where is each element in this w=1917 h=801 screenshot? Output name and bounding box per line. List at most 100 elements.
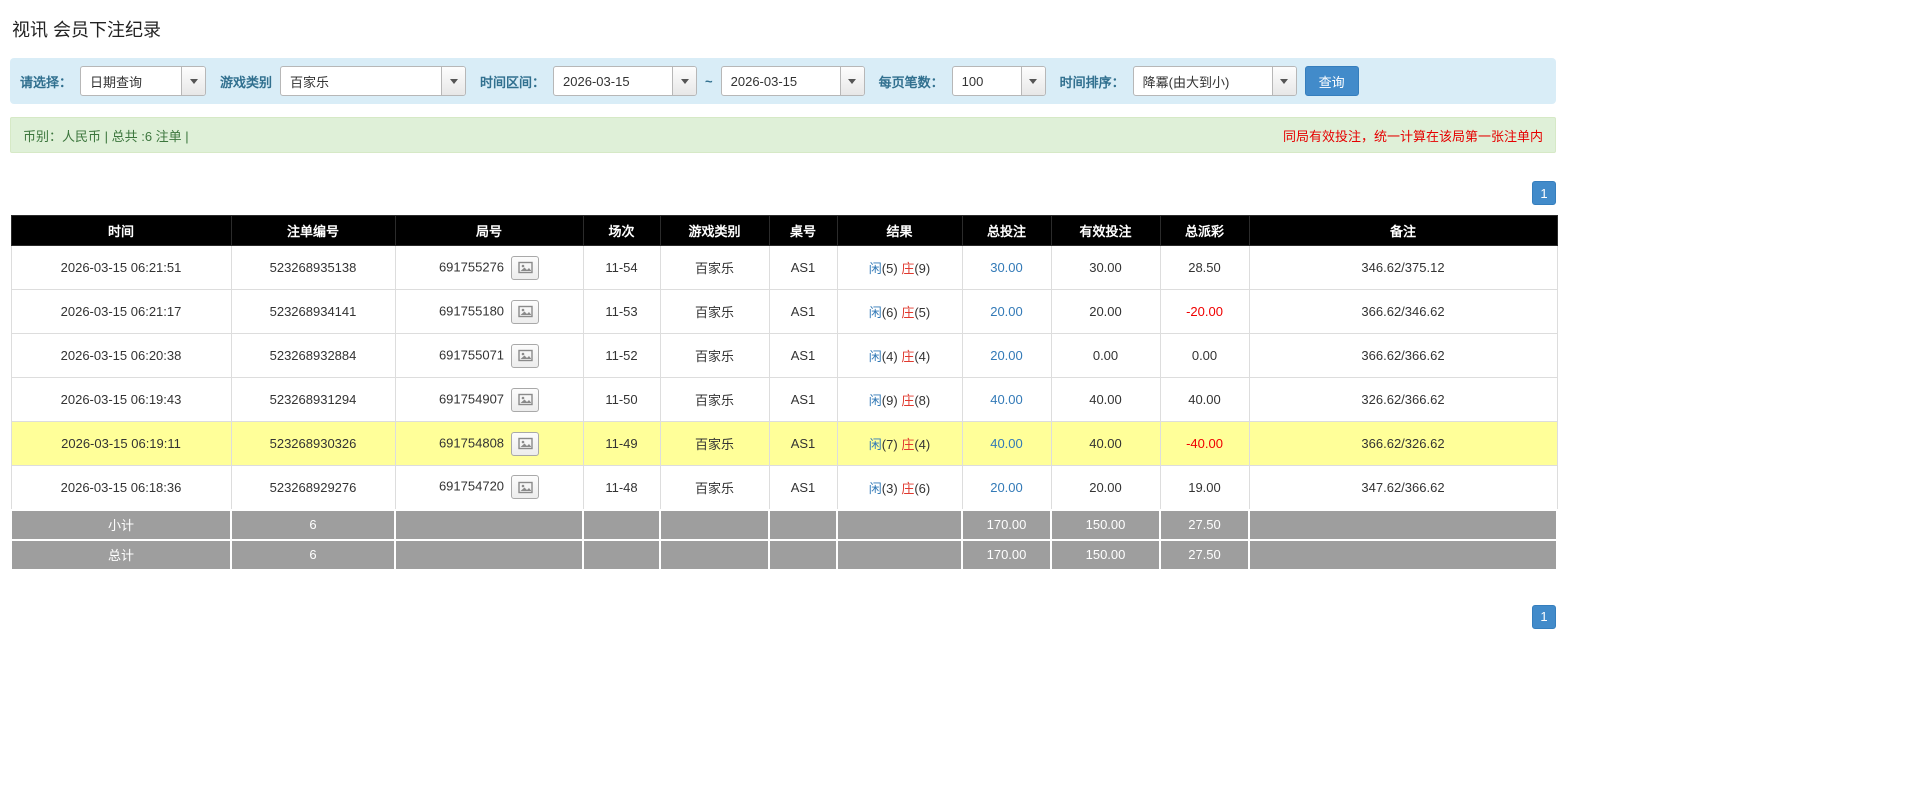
cell-session: 11-49 [582,421,661,466]
cell-game-type: 百家乐 [659,245,770,290]
date-to-select[interactable]: 2026-03-15 [720,66,865,96]
chevron-down-icon[interactable] [441,67,466,95]
cell-result: 闲(3) 庄(6) [836,465,963,510]
video-replay-button[interactable] [511,343,540,368]
subtotal-payout: 27.50 [1159,508,1250,541]
cell-time: 2026-03-15 06:21:51 [10,245,232,290]
subtotal-row: 小计 6 170.00 150.00 27.50 [10,508,1558,541]
game-type-select[interactable]: 百家乐 [280,66,467,96]
cell-valid-bet: 40.00 [1050,377,1161,422]
result-banker-score: (4) [914,437,931,452]
cell-payout: 40.00 [1159,377,1250,422]
time-sort-select[interactable]: 降冪(由大到小) [1132,66,1297,96]
result-player-score: (5) [881,261,898,276]
filter-bar: 请选择： 日期查询 游戏类别 百家乐 时间区间： 2026-03-15 ~ 20… [10,58,1556,104]
round-id-text: 691754907 [438,390,505,406]
total-count: 6 [230,538,396,571]
cell-game-type: 百家乐 [659,377,770,422]
search-button[interactable]: 查询 [1304,66,1359,96]
column-header: 总投注 [961,215,1052,246]
cell-remark: 366.62/346.62 [1248,289,1558,334]
cell-bet-id: 523268932884 [230,333,396,378]
cell-valid-bet: 20.00 [1050,289,1161,334]
query-mode-value: 日期查询 [90,74,143,90]
cell-result: 闲(4) 庄(4) [836,333,963,378]
page-size-value: 100 [961,73,984,89]
cell-round-id: 691754808 [394,421,584,466]
total-bet-link[interactable]: 40.00 [990,392,1023,407]
total-bet-link[interactable]: 30.00 [990,260,1023,275]
total-bet-link[interactable]: 20.00 [990,348,1023,363]
column-header: 桌号 [768,215,838,246]
cell-game-type: 百家乐 [659,333,770,378]
query-mode-select[interactable]: 日期查询 [80,66,207,96]
subtotal-total-bet: 170.00 [961,508,1052,541]
cell-total-bet: 40.00 [961,421,1052,466]
page-1-button[interactable]: 1 [1532,181,1556,205]
cell-valid-bet: 20.00 [1050,465,1161,510]
cell-time: 2026-03-15 06:19:43 [10,377,232,422]
video-replay-button[interactable] [511,387,540,412]
cell-payout: -20.00 [1159,289,1250,334]
chevron-down-icon[interactable] [1271,67,1296,95]
video-replay-button[interactable] [511,255,540,280]
page-1-button[interactable]: 1 [1532,604,1556,629]
chevron-down-icon[interactable] [181,67,206,95]
total-bet-link[interactable]: 40.00 [990,436,1023,451]
cell-time: 2026-03-15 06:21:17 [10,289,232,334]
film-icon [517,261,533,274]
result-player-label: 闲 [868,480,882,496]
summary-bar: 币别：人民币 | 总共 :6 注单 | 同局有效投注，统一计算在该局第一张注单内 [10,117,1556,153]
total-bet-link[interactable]: 20.00 [990,304,1023,319]
cell-total-bet: 20.00 [961,289,1052,334]
time-sort-value: 降冪(由大到小) [1142,74,1230,90]
cell-remark: 366.62/326.62 [1248,421,1558,466]
total-bet-link[interactable]: 20.00 [990,480,1023,495]
video-replay-button[interactable] [511,299,540,324]
video-replay-button[interactable] [511,475,540,500]
cell-remark: 346.62/375.12 [1248,245,1558,290]
round-id-text: 691755180 [438,302,505,318]
result-player-label: 闲 [868,349,882,364]
cell-valid-bet: 0.00 [1050,333,1161,378]
select-mode-label: 请选择： [20,74,73,90]
cell-session: 11-52 [582,333,661,378]
result-banker-score: (5) [914,305,931,320]
column-header: 结果 [836,215,963,246]
cell-remark: 326.62/366.62 [1248,377,1558,422]
chevron-down-icon[interactable] [1020,67,1045,95]
result-banker-score: (4) [914,349,931,364]
cell-total-bet: 40.00 [961,377,1052,422]
chevron-down-icon[interactable] [672,67,697,95]
cell-table-no: AS1 [768,245,838,290]
result-player-label: 闲 [868,393,882,408]
round-id-text: 691755276 [438,258,505,274]
cell-bet-id: 523268929276 [230,465,396,510]
result-player-score: (6) [881,305,898,320]
cell-bet-id: 523268935138 [230,245,396,290]
cell-time: 2026-03-15 06:20:38 [10,333,232,378]
table-row: 2026-03-15 06:21:51 523268935138 6917552… [10,245,1558,290]
game-type-value: 百家乐 [290,74,330,90]
video-replay-button[interactable] [511,431,540,456]
pagination-bottom: 1 [10,604,1556,629]
total-total-bet: 170.00 [961,538,1052,571]
cell-payout: 19.00 [1159,465,1250,510]
date-from-value: 2026-03-15 [563,73,630,89]
round-id-text: 691754808 [438,434,505,450]
cell-session: 11-54 [582,245,661,290]
film-icon [517,481,533,493]
date-range-label: 时间区间： [480,74,546,90]
cell-total-bet: 20.00 [961,333,1052,378]
cell-round-id: 691755180 [394,289,584,334]
date-from-select[interactable]: 2026-03-15 [553,66,698,96]
chevron-down-icon[interactable] [839,67,864,95]
cell-result: 闲(6) 庄(5) [836,289,963,334]
cell-total-bet: 20.00 [961,465,1052,510]
cell-session: 11-50 [582,377,661,422]
result-player-score: (4) [881,349,898,364]
result-banker-score: (6) [914,480,931,496]
table-row: 2026-03-15 06:19:43 523268931294 6917549… [10,377,1558,422]
cell-time: 2026-03-15 06:18:36 [10,465,232,510]
page-size-select[interactable]: 100 [951,66,1046,96]
